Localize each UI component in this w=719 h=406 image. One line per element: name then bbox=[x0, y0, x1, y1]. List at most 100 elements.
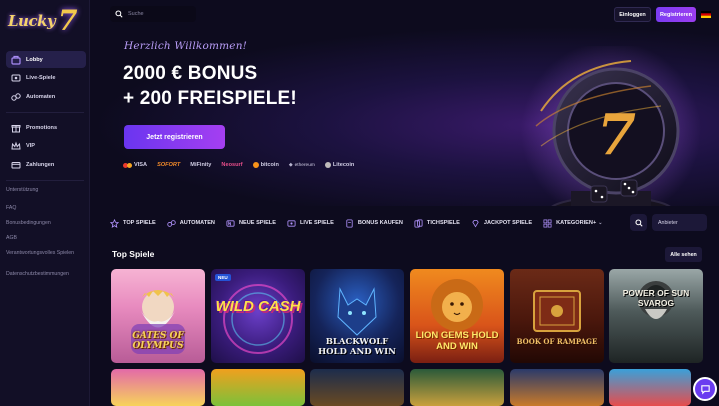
game-tile-row2-2[interactable] bbox=[211, 369, 305, 406]
hero-bonus-line2: + 200 FREISPIELE! bbox=[123, 88, 297, 109]
star-icon bbox=[110, 218, 119, 228]
tab-live-spiele[interactable]: LIVE SPIELE bbox=[287, 219, 334, 228]
sidebar-item-zahlungen[interactable]: Zahlungen bbox=[6, 156, 86, 173]
payment-litecoin: Litecoin bbox=[324, 162, 355, 168]
live-icon bbox=[11, 73, 21, 83]
game-tile-blackwolf[interactable]: BLACKWOLF HOLD AND WIN bbox=[310, 269, 404, 363]
payment-ethereum: ◆ ethereum bbox=[289, 163, 315, 168]
link-privacy[interactable]: Datenschutzbestimmungen bbox=[0, 271, 69, 277]
slot-wheel-illustration: 7 bbox=[521, 46, 701, 206]
logo[interactable]: Lucky 7 bbox=[8, 4, 82, 42]
game-title: GATES OF OLYMPUS bbox=[132, 331, 184, 351]
hero-welcome: Herzlich Willkommen! bbox=[124, 40, 248, 52]
search-icon bbox=[634, 218, 643, 227]
link-faq[interactable]: FAQ bbox=[0, 205, 16, 211]
game-tile-row2-4[interactable] bbox=[410, 369, 504, 406]
chevron-down-icon: ⌄ bbox=[598, 220, 603, 226]
svarog-artwork bbox=[638, 281, 674, 319]
tab-bonus-kaufen[interactable]: BONUS KAUFEN bbox=[345, 218, 403, 228]
slot-machine-icon bbox=[11, 92, 21, 102]
see-all-button[interactable]: Alle sehen bbox=[665, 247, 702, 262]
link-bonus-terms[interactable]: Bonusbedingungen bbox=[0, 220, 51, 226]
new-badge-icon bbox=[226, 219, 235, 228]
ethereum-icon: ◆ bbox=[288, 162, 293, 168]
bitcoin-icon bbox=[252, 162, 259, 168]
bonus-icon bbox=[345, 218, 354, 228]
search-box[interactable] bbox=[110, 6, 196, 22]
link-support[interactable]: Unterstützung bbox=[0, 187, 38, 193]
sidebar-item-vip[interactable]: VIP bbox=[6, 138, 86, 155]
secondary-nav: Promotions VIP Zahlungen bbox=[6, 119, 86, 175]
tab-tichspiele[interactable]: TICHSPIELE bbox=[414, 218, 460, 228]
tab-label: LIVE SPIELE bbox=[299, 220, 334, 226]
payment-label: Litecoin bbox=[332, 162, 355, 168]
tab-label: KATEGORIEN+ bbox=[556, 220, 597, 226]
sidebar-item-promotions[interactable]: Promotions bbox=[6, 119, 86, 136]
diamond-icon bbox=[471, 219, 480, 228]
lobby-icon bbox=[11, 55, 21, 65]
game-tile-row2-1[interactable] bbox=[111, 369, 205, 406]
tab-jackpot-spiele[interactable]: JACKPOT SPIELE bbox=[471, 219, 532, 228]
game-tile-lion-gems[interactable]: LION GEMS HOLD AND WIN bbox=[410, 269, 504, 363]
search-input[interactable] bbox=[128, 11, 188, 17]
hero-banner: 7 bbox=[91, 26, 719, 206]
provider-select[interactable]: Anbieter bbox=[652, 214, 707, 231]
sidebar-item-live-spiele[interactable]: Live-Spiele bbox=[6, 70, 86, 87]
payment-neosurf: Neosurf bbox=[221, 162, 243, 168]
language-flag-de-icon[interactable] bbox=[701, 11, 711, 18]
tab-neue-spiele[interactable]: NEUE SPIELE bbox=[226, 219, 276, 228]
tab-label: BONUS KAUFEN bbox=[357, 220, 403, 226]
payment-mifinity: MiFinity bbox=[190, 162, 212, 168]
cards-icon bbox=[414, 218, 423, 228]
sidebar-item-automaten[interactable]: Automaten bbox=[6, 88, 86, 105]
sidebar-divider bbox=[6, 180, 84, 181]
logo-number: 7 bbox=[58, 4, 78, 37]
game-tile-power-of-sun-svarog[interactable]: POWER OF SUN SVAROG bbox=[609, 269, 703, 363]
tab-label: JACKPOT SPIELE bbox=[483, 220, 533, 226]
slot-machine-icon bbox=[167, 219, 176, 228]
game-title: BLACKWOLF HOLD AND WIN bbox=[318, 337, 396, 358]
game-tile-book-of-rampage[interactable]: BOOK OF RAMPAGE bbox=[510, 269, 604, 363]
tab-kategorien[interactable]: KATEGORIEN+ ⌄ bbox=[543, 219, 602, 228]
game-title: LION GEMS HOLD AND WIN bbox=[415, 330, 499, 352]
login-button[interactable]: Einloggen bbox=[614, 7, 651, 22]
category-bar: TOP SPIELE AUTOMATEN NEUE SPIELE LIVE SP… bbox=[110, 213, 613, 233]
logo-text: Lucky bbox=[8, 12, 56, 30]
link-responsible-gaming[interactable]: Verantwortungsvolles Spielen bbox=[0, 250, 80, 257]
live-icon bbox=[287, 219, 296, 228]
tab-top-spiele[interactable]: TOP SPIELE bbox=[110, 218, 156, 228]
payment-visa: VISA bbox=[123, 162, 147, 168]
live-chat-button[interactable] bbox=[693, 377, 717, 401]
game-tile-row2-6[interactable] bbox=[609, 369, 691, 406]
game-tile-wild-cash[interactable]: NEU WILD CASH bbox=[211, 269, 305, 363]
litecoin-icon bbox=[324, 162, 331, 168]
game-tile-row2-5[interactable] bbox=[510, 369, 604, 406]
sidebar-item-label: VIP bbox=[26, 143, 36, 149]
game-tile-row2-3[interactable] bbox=[310, 369, 404, 406]
hero-register-button[interactable]: Jetzt registrieren bbox=[124, 125, 225, 149]
game-title: WILD CASH bbox=[215, 298, 301, 315]
search-icon bbox=[115, 10, 123, 18]
tab-label: NEUE SPIELE bbox=[238, 220, 276, 226]
category-search-button[interactable] bbox=[630, 214, 647, 231]
section-title-top-games: Top Spiele bbox=[112, 249, 155, 259]
tab-label: TOP SPIELE bbox=[123, 220, 156, 226]
game-title: BOOK OF RAMPAGE bbox=[516, 337, 598, 346]
grid-icon bbox=[543, 219, 552, 228]
register-button[interactable]: Registrieren bbox=[656, 7, 696, 22]
new-badge: NEU bbox=[215, 274, 231, 281]
main-nav: Lobby Live-Spiele Automaten bbox=[6, 51, 86, 107]
tab-label: AUTOMATEN bbox=[179, 220, 215, 226]
chat-bubble-icon bbox=[700, 384, 710, 394]
sidebar-item-lobby[interactable]: Lobby bbox=[6, 51, 86, 68]
sidebar-divider bbox=[6, 112, 84, 113]
sidebar-item-label: Zahlungen bbox=[26, 161, 55, 168]
mastercard-icon-2 bbox=[127, 162, 132, 168]
link-agb[interactable]: AGB bbox=[0, 235, 17, 241]
wild-cash-artwork bbox=[223, 284, 293, 354]
payment-methods: VISA SOFORT MiFinity Neosurf bitcoin ◆ et… bbox=[123, 162, 354, 168]
payment-label: bitcoin bbox=[260, 162, 279, 168]
tab-automaten[interactable]: AUTOMATEN bbox=[167, 219, 215, 228]
payment-bitcoin: bitcoin bbox=[252, 162, 279, 168]
game-tile-gates-of-olympus[interactable]: GATES OF OLYMPUS bbox=[111, 269, 205, 363]
